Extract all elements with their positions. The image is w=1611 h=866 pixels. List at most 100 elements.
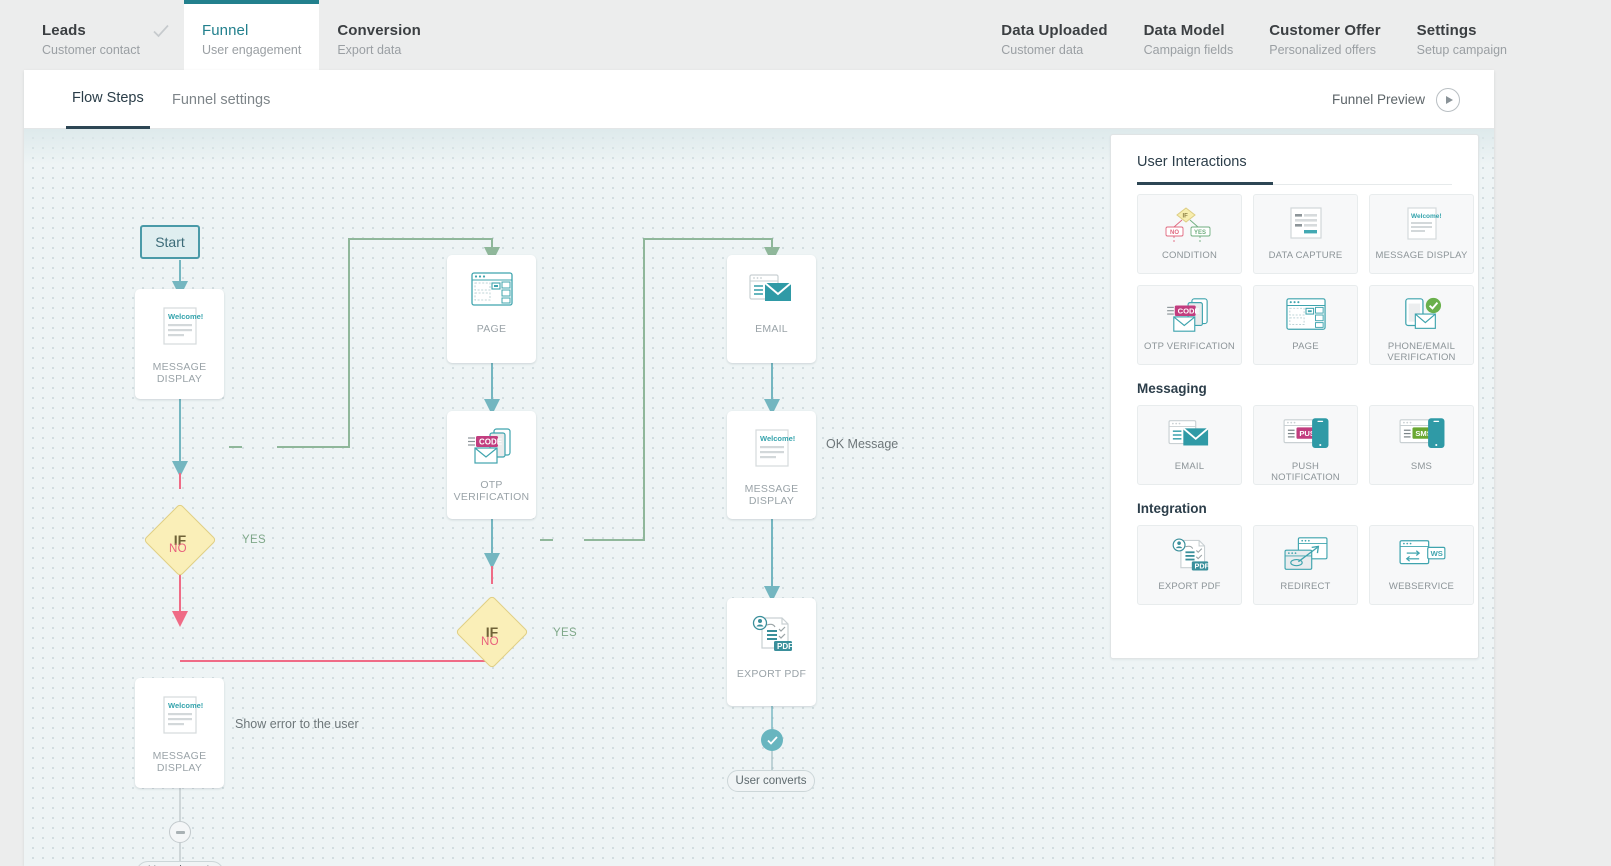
tab-label: Funnel settings	[172, 91, 271, 108]
svg-text:IF: IF	[1182, 214, 1188, 220]
flow-node-message-display-1[interactable]: Welcome! MESSAGE DISPLAY	[135, 289, 224, 399]
phone-email-verification-icon	[1397, 295, 1447, 335]
palette-item-email[interactable]: EMAIL	[1137, 405, 1242, 485]
palette-item-redirect[interactable]: REDIRECT	[1253, 525, 1358, 605]
wizard-step-title: Customer Offer	[1269, 22, 1381, 39]
svg-text:Welcome!: Welcome!	[168, 701, 203, 710]
svg-text:Welcome!: Welcome!	[168, 312, 203, 321]
palette-group-integration: PDF EXPORT PDF REDIRECT WS WEBSERVICE	[1137, 525, 1478, 605]
palette-item-label: REDIRECT	[1280, 581, 1331, 592]
palette-tab-user-interactions[interactable]: User Interactions	[1137, 154, 1247, 170]
palette-item-page[interactable]: PAGE	[1253, 285, 1358, 365]
tab-funnel-settings[interactable]: Funnel settings	[166, 70, 276, 129]
edge-label-yes-2: YES	[553, 627, 577, 639]
node-label: PAGE	[476, 323, 507, 335]
svg-text:WS: WS	[1430, 549, 1442, 558]
funnel-preview-control[interactable]: Funnel Preview	[1332, 70, 1460, 129]
wizard-step-title: Leads	[42, 22, 86, 39]
export-pdf-icon: PDF	[1166, 535, 1214, 575]
palette-item-phone-email-verification[interactable]: PHONE/EMAIL VERIFICATION	[1369, 285, 1474, 365]
webservice-icon: WS	[1395, 535, 1449, 575]
otp-verification-icon: CODE	[1162, 295, 1218, 335]
palette-item-label: MESSAGE DISPLAY	[1375, 250, 1468, 261]
message-display-icon: Welcome!	[749, 425, 795, 476]
svg-text:YES: YES	[1194, 230, 1206, 236]
svg-text:Welcome!: Welcome!	[760, 434, 795, 443]
email-icon	[1164, 415, 1216, 455]
condition-label: IF	[173, 532, 187, 548]
palette-group-user-interactions: IF NO YES CONDITION DATA CAPTURE Welcome…	[1137, 194, 1478, 365]
node-label: MESSAGE DISPLAY	[152, 750, 207, 774]
flow-node-page[interactable]: PAGE	[447, 255, 536, 363]
palette-item-otp-verification[interactable]: CODE OTP VERIFICATION	[1137, 285, 1242, 365]
palette-item-label: PUSH NOTIFICATION	[1271, 461, 1340, 483]
palette-item-condition[interactable]: IF NO YES CONDITION	[1137, 194, 1242, 274]
wizard-step-title: Data Uploaded	[1001, 22, 1108, 39]
palette-item-webservice[interactable]: WS WEBSERVICE	[1369, 525, 1474, 605]
svg-text:CODE: CODE	[479, 438, 503, 447]
palette-group-messaging: EMAIL PUSH PUSH NOTIFICATION SMS SMS	[1137, 405, 1478, 485]
palette-item-data-capture[interactable]: DATA CAPTURE	[1253, 194, 1358, 274]
palette-item-label: SMS	[1410, 461, 1433, 472]
edge-label-yes-1: YES	[242, 534, 266, 546]
svg-text:CODE: CODE	[1177, 307, 1199, 316]
palette-item-label: EXPORT PDF	[1158, 581, 1221, 592]
node-palette: User Interactions IF NO YES CONDITION DA…	[1110, 134, 1479, 659]
palette-item-sms[interactable]: SMS SMS	[1369, 405, 1474, 485]
palette-item-message-display[interactable]: Welcome! MESSAGE DISPLAY	[1369, 194, 1474, 274]
wizard-nav: Leads Customer contact Funnel User engag…	[0, 0, 1611, 70]
annotation-show-error: Show error to the user	[235, 717, 359, 731]
wizard-step-data-model[interactable]: Data Model Campaign fields	[1126, 0, 1252, 70]
flow-endcap-success[interactable]	[761, 729, 783, 751]
wizard-step-title: Data Model	[1143, 22, 1225, 39]
push-notification-icon: PUSH	[1279, 415, 1333, 455]
flow-node-export-pdf[interactable]: PDF EXPORT PDF	[727, 598, 816, 706]
message-display-icon: Welcome!	[1400, 204, 1444, 244]
wizard-step-title: Funnel	[201, 22, 249, 39]
palette-section-title-messaging: Messaging	[1137, 381, 1207, 396]
condition-label: IF	[485, 624, 499, 640]
export-pdf-icon: PDF	[748, 612, 796, 661]
wizard-step-conversion[interactable]: Conversion Export data	[319, 0, 439, 70]
flow-node-email[interactable]: EMAIL	[727, 255, 816, 363]
svg-text:PDF: PDF	[777, 642, 793, 651]
palette-item-export-pdf[interactable]: PDF EXPORT PDF	[1137, 525, 1242, 605]
wizard-step-subtitle: Personalized offers	[1269, 43, 1377, 57]
flow-node-message-display-2[interactable]: Welcome! MESSAGE DISPLAY	[727, 411, 816, 519]
tab-label: Flow Steps	[72, 90, 144, 106]
flow-outcome-converts[interactable]: User converts	[727, 770, 815, 792]
flow-canvas[interactable]: Start Welcome! MESSAGE DISPLAY IF YES NO	[24, 129, 1494, 866]
start-label: Start	[155, 234, 185, 250]
check-icon	[766, 735, 778, 745]
wizard-step-subtitle: Customer contact	[42, 43, 140, 57]
palette-item-label: DATA CAPTURE	[1268, 250, 1343, 261]
edge-label-no-1: NO	[169, 543, 187, 555]
flow-node-message-display-3[interactable]: Welcome! MESSAGE DISPLAY	[135, 678, 224, 788]
node-label: MESSAGE DISPLAY	[152, 361, 207, 385]
node-label: MESSAGE DISPLAY	[744, 483, 799, 507]
wizard-step-funnel[interactable]: Funnel User engagement	[183, 0, 320, 70]
wizard-step-data-uploaded[interactable]: Data Uploaded Customer data	[983, 0, 1125, 70]
palette-item-push-notification[interactable]: PUSH PUSH NOTIFICATION	[1253, 405, 1358, 485]
tab-flow-steps[interactable]: Flow Steps	[66, 70, 150, 129]
annotation-ok-message: OK Message	[826, 437, 899, 451]
flow-node-otp-verification[interactable]: CODE OTP VERIFICATION	[447, 411, 536, 519]
wizard-steps-left: Leads Customer contact Funnel User engag…	[24, 0, 439, 70]
node-label: EXPORT PDF	[736, 668, 807, 680]
wizard-step-customer-offer[interactable]: Customer Offer Personalized offers	[1251, 0, 1398, 70]
flow-endcap-stop[interactable]	[169, 821, 191, 843]
palette-section-title-integration: Integration	[1137, 501, 1207, 516]
play-icon[interactable]	[1436, 87, 1460, 112]
flow-outcome-no-convert[interactable]: User doesn't convert	[136, 861, 224, 866]
palette-item-label: PHONE/EMAIL VERIFICATION	[1387, 341, 1456, 363]
message-display-icon: Welcome!	[157, 303, 203, 354]
page-icon	[468, 269, 516, 316]
message-display-icon: Welcome!	[157, 692, 203, 743]
wizard-step-settings[interactable]: Settings Setup campaign	[1399, 0, 1525, 70]
flow-start-node[interactable]: Start	[140, 225, 200, 259]
page-icon	[1282, 295, 1330, 335]
subtabs-bar: Flow Steps Funnel settings Funnel Previe…	[24, 70, 1494, 129]
node-label: EMAIL	[755, 323, 788, 335]
wizard-step-leads[interactable]: Leads Customer contact	[24, 0, 184, 70]
data-capture-icon	[1283, 204, 1329, 244]
